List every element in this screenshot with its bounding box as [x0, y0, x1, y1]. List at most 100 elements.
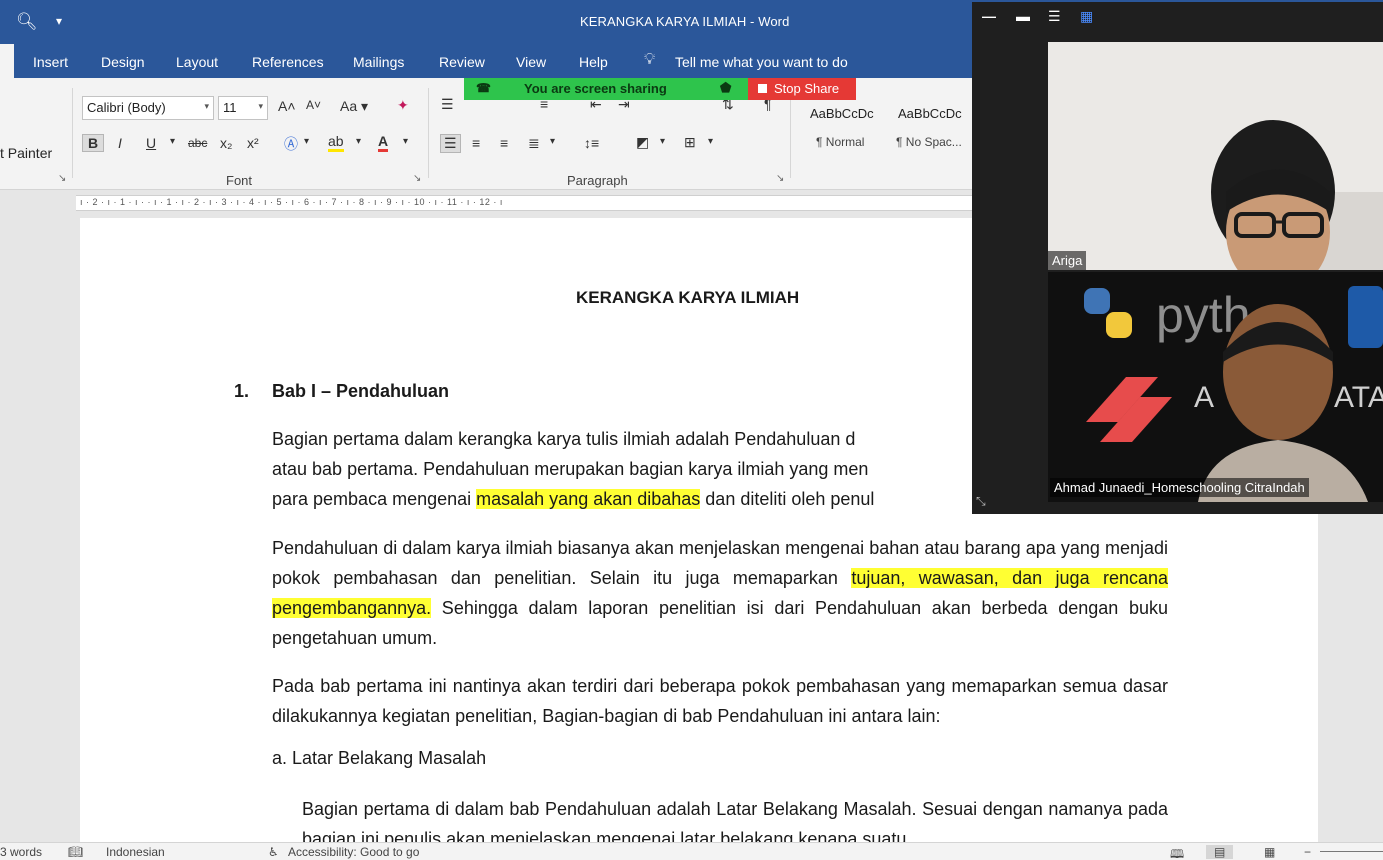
font-name-value: Calibri (Body)	[87, 100, 166, 115]
font-color-icon[interactable]: A	[378, 133, 389, 152]
accessibility-icon: ♿︎	[268, 845, 279, 859]
shading-dropdown-icon[interactable]: ▾	[660, 136, 665, 147]
shrink-font-button[interactable]: A˅	[306, 98, 321, 112]
highlight-color-icon[interactable]: ab	[328, 133, 344, 152]
strikethrough-button[interactable]: abc	[188, 136, 207, 150]
text-effects-icon[interactable]: Ⓐ	[284, 134, 298, 154]
web-layout-icon[interactable]: ▦	[1264, 845, 1275, 859]
align-right-icon[interactable]: ≡	[500, 135, 508, 151]
highlight-dropdown-icon[interactable]: ▾	[356, 136, 361, 147]
resize-grip-icon[interactable]: ⤡	[976, 494, 986, 509]
tab-references[interactable]: References	[252, 54, 324, 70]
background-text-ata: ATA	[1334, 381, 1383, 414]
underline-dropdown-icon[interactable]: ▾	[170, 136, 175, 147]
window-title: KERANGKA KARYA ILMIAH - Word	[580, 14, 790, 29]
app-window: 🔍︎ ▾ KERANGKA KARYA ILMIAH - Word Insert…	[0, 0, 1383, 860]
font-color-dropdown-icon[interactable]: ▾	[403, 136, 408, 147]
participant-video-ahmad[interactable]: pyth A ATA Ahmad Junaedi_Homeschooling C…	[1048, 272, 1383, 502]
tell-me-search[interactable]: Tell me what you want to do	[675, 54, 848, 70]
document-title: KERANGKA KARYA ILMIAH	[576, 288, 800, 307]
font-launcher-icon[interactable]: ↘	[413, 173, 421, 184]
change-case-button[interactable]: Aa ▾	[340, 98, 368, 115]
stop-share-label: Stop Share	[774, 81, 840, 96]
gallery-view-icon[interactable]: ▦	[1080, 8, 1093, 25]
font-name-select[interactable]: Calibri (Body) ▾	[82, 96, 214, 120]
chevron-down-icon: ▾	[258, 101, 263, 111]
shading-icon[interactable]: ◩	[636, 134, 649, 151]
align-center-icon[interactable]: ≡	[472, 135, 480, 151]
justify-icon[interactable]: ≣	[528, 135, 540, 152]
subscript-button[interactable]: x₂	[220, 135, 232, 151]
borders-dropdown-icon[interactable]: ▾	[708, 136, 713, 147]
tab-insert[interactable]: Insert	[33, 54, 68, 70]
text-effects-dropdown-icon[interactable]: ▾	[304, 136, 309, 147]
participant-name: Ariga	[1048, 251, 1087, 270]
single-view-icon[interactable]: ▬	[1016, 8, 1030, 24]
clipboard-launcher-icon[interactable]: ↘	[58, 173, 66, 184]
paragraph-group-label: Paragraph	[567, 173, 628, 188]
paragraph-launcher-icon[interactable]: ↘	[776, 173, 784, 184]
stop-icon	[758, 84, 767, 93]
superscript-button[interactable]: x²	[247, 135, 259, 151]
stop-share-button[interactable]: Stop Share	[748, 78, 856, 100]
tab-review[interactable]: Review	[439, 54, 485, 70]
lightbulb-icon: 💡︎	[644, 51, 656, 68]
customize-quick-access-icon[interactable]: ▾	[56, 14, 62, 28]
separator	[790, 88, 791, 178]
style-normal[interactable]: AaBbCcDc ¶ Normal	[800, 100, 884, 156]
paragraph-4: Bagian pertama di dalam bab Pendahuluan …	[302, 799, 1168, 842]
print-preview-icon[interactable]: 🔍︎	[16, 12, 38, 32]
text-run: dan diteliti oleh penul	[700, 489, 875, 509]
align-left-icon[interactable]: ☰	[440, 134, 461, 153]
paragraph-3: Pada bab pertama ini nantinya akan terdi…	[272, 676, 1168, 726]
heading-1: Bab I – Pendahuluan	[272, 381, 450, 401]
screen-share-banner[interactable]: ☎ You are screen sharing ⬟	[464, 78, 748, 100]
participant-image	[1048, 42, 1383, 270]
zoom-slider[interactable]	[1320, 851, 1383, 852]
status-bar: 3 words 📖︎ Indonesian ♿︎ Accessibility: …	[0, 842, 1383, 860]
style-sample: AaBbCcDc	[898, 106, 962, 121]
highlighted-text: masalah yang akan dibahas	[476, 489, 701, 509]
word-count[interactable]: 3 words	[0, 845, 42, 859]
tab-view[interactable]: View	[516, 54, 546, 70]
font-group-label: Font	[226, 173, 253, 188]
participant-video-ariga[interactable]: Ariga	[1048, 42, 1383, 270]
tab-home[interactable]	[0, 44, 14, 78]
paragraph-2: Pendahuluan di dalam karya ilmiah biasan…	[272, 533, 1168, 653]
read-mode-icon[interactable]: 🕮︎	[1170, 845, 1184, 860]
separator	[72, 88, 73, 178]
bold-button[interactable]: B	[82, 134, 105, 152]
italic-button[interactable]: I	[118, 135, 122, 151]
zoom-out-icon[interactable]: −	[1304, 845, 1311, 859]
justify-dropdown-icon[interactable]: ▾	[550, 136, 555, 147]
text-run: para pembaca mengenai	[272, 489, 477, 509]
proofing-icon[interactable]: 📖︎	[68, 845, 83, 859]
clear-formatting-icon[interactable]: ✦	[397, 97, 409, 114]
underline-button[interactable]: U	[146, 135, 156, 151]
print-layout-icon[interactable]: ▤	[1206, 845, 1234, 859]
chevron-down-icon: ▾	[204, 101, 209, 111]
minimize-icon[interactable]: —	[982, 8, 996, 24]
style-name: ¶ No Spac...	[896, 135, 962, 149]
bullets-icon[interactable]: ☰	[441, 96, 454, 113]
background-text-a: A	[1194, 381, 1214, 414]
tab-help[interactable]: Help	[579, 54, 608, 70]
style-name: ¶ Normal	[816, 135, 865, 149]
tab-layout[interactable]: Layout	[176, 54, 218, 70]
virtual-background: pyth A ATA	[1048, 272, 1383, 502]
style-sample: AaBbCcDc	[810, 106, 874, 121]
sub-heading-a: a. Latar Belakang Masalah	[272, 748, 487, 768]
grow-font-button[interactable]: A˄	[278, 98, 296, 114]
style-no-spacing[interactable]: AaBbCcDc ¶ No Spac...	[888, 100, 972, 156]
language-indicator[interactable]: Indonesian	[106, 845, 165, 859]
stacked-view-icon[interactable]: ☰	[1048, 8, 1061, 25]
line-spacing-icon[interactable]: ↕≡	[584, 135, 599, 151]
accessibility-status[interactable]: Accessibility: Good to go	[288, 845, 419, 859]
format-painter-button[interactable]: t Painter	[0, 145, 52, 161]
separator	[428, 88, 429, 178]
screen-share-text: You are screen sharing	[524, 81, 667, 96]
borders-icon[interactable]: ⊞	[684, 134, 696, 151]
tab-design[interactable]: Design	[101, 54, 145, 70]
font-size-select[interactable]: 11 ▾	[218, 96, 268, 120]
tab-mailings[interactable]: Mailings	[353, 54, 404, 70]
